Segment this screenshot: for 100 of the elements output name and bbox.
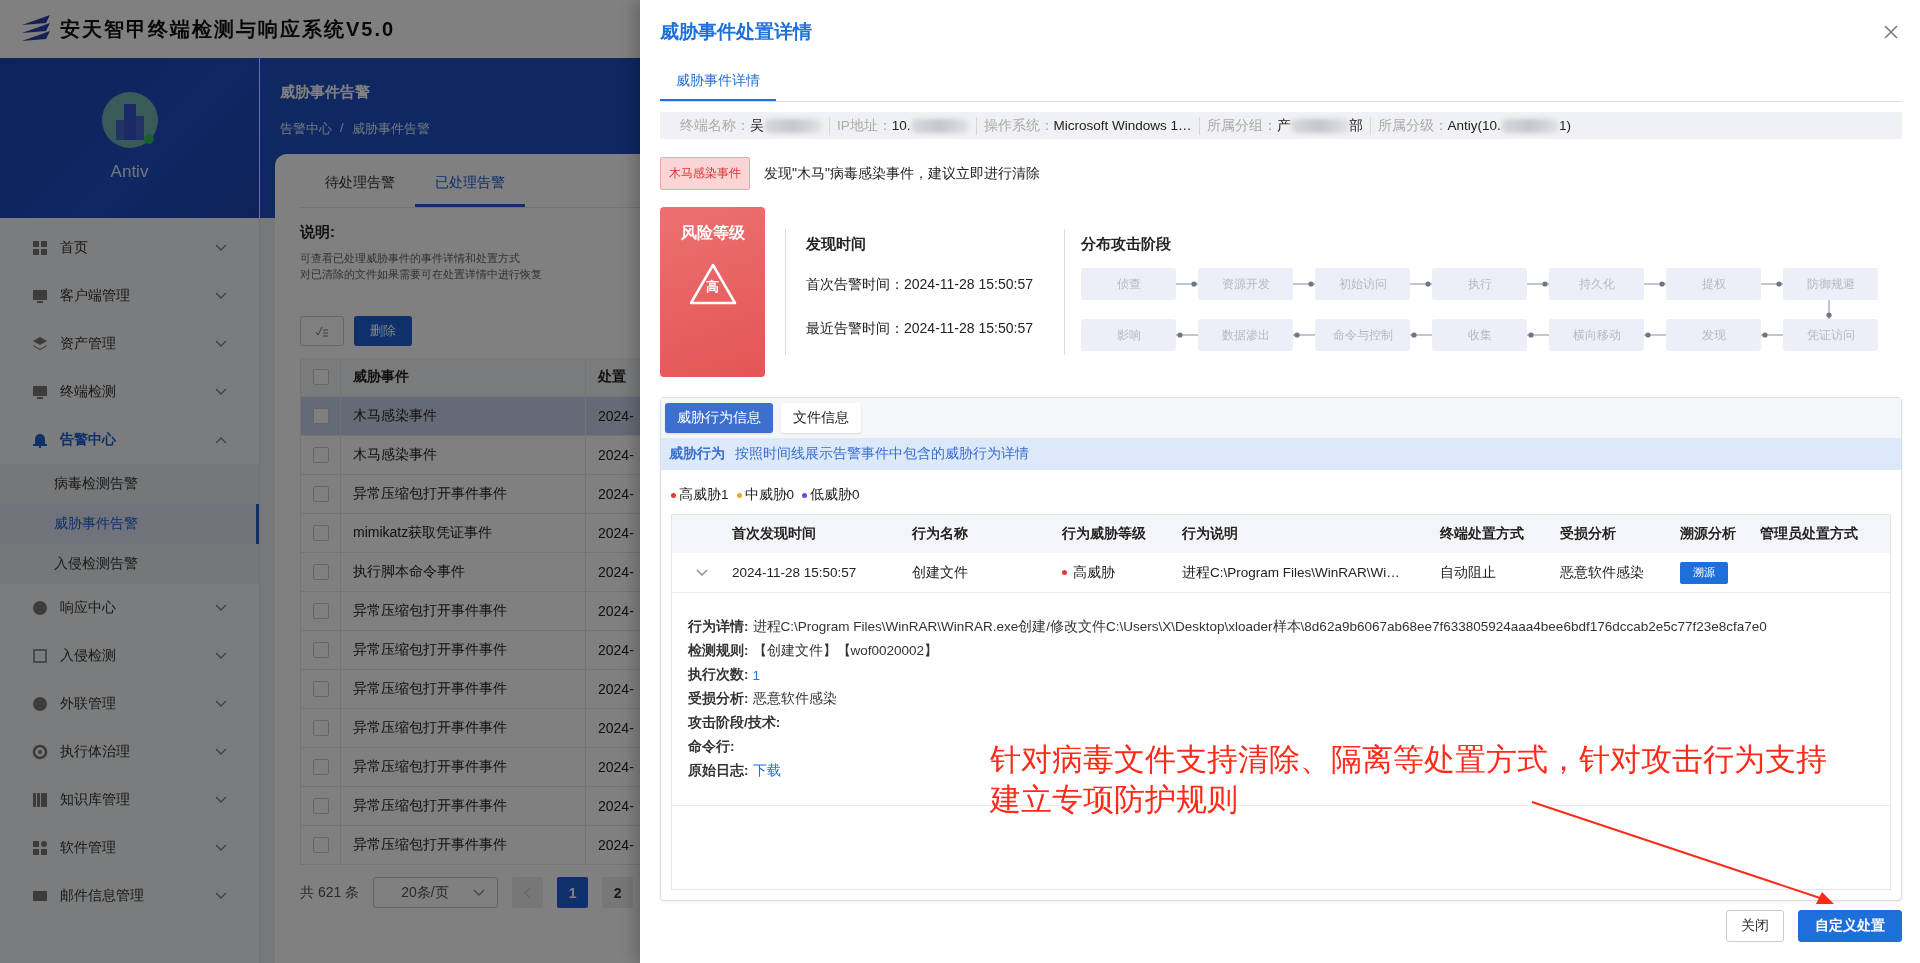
info-value: 吴 xyxy=(750,116,764,135)
trace-button[interactable]: 溯源 xyxy=(1680,561,1728,584)
connector-line xyxy=(1527,331,1549,339)
table-cell: 异常压缩包打开事件事件 xyxy=(341,475,586,513)
checkbox[interactable] xyxy=(312,720,329,736)
detail-label: 命令行: xyxy=(688,738,735,756)
submenu-item[interactable]: 威胁事件告警 xyxy=(0,504,259,544)
checkbox[interactable] xyxy=(312,564,329,580)
tab[interactable]: 已处理告警 xyxy=(415,164,525,207)
batch-button[interactable] xyxy=(300,316,344,346)
detail-label: 行为详情: xyxy=(688,618,749,636)
table-row[interactable]: 执行脚本命令事件 2024- xyxy=(300,553,640,592)
connector-line xyxy=(1527,280,1549,288)
detail-value: 恶意软件感染 xyxy=(752,690,837,708)
delete-button[interactable]: 删除 xyxy=(354,316,412,346)
menu-item[interactable]: 响应中心 xyxy=(0,584,259,632)
chevron-down-icon xyxy=(215,748,227,756)
connector-line xyxy=(1761,331,1783,339)
checkbox[interactable] xyxy=(312,642,329,658)
app-title: 安天智甲终端检测与响应系统V5.0 xyxy=(60,16,396,42)
table-row[interactable]: 异常压缩包打开事件事件 2024- xyxy=(300,631,640,670)
checklist-icon xyxy=(315,325,329,337)
table-row[interactable]: 异常压缩包打开事件事件 2024- xyxy=(300,592,640,631)
table-cell-text: 2024- xyxy=(597,602,634,621)
table-row[interactable]: 木马感染事件 2024- xyxy=(300,436,640,475)
table-row[interactable]: 异常压缩包打开事件事件 2024- xyxy=(300,826,640,865)
table-cell: 异常压缩包打开事件事件 xyxy=(341,826,586,864)
chevron-down-icon xyxy=(215,244,227,252)
table-row[interactable]: 异常压缩包打开事件事件 2024- xyxy=(300,787,640,826)
monitor-icon xyxy=(32,384,48,400)
table-row[interactable]: 异常压缩包打开事件事件 2024- xyxy=(300,475,640,514)
tab[interactable]: 文件信息 xyxy=(781,403,861,433)
menu-item[interactable]: 软件管理 xyxy=(0,824,259,872)
checkbox[interactable] xyxy=(312,408,329,424)
column-header: 终端处置方式 xyxy=(1440,525,1525,543)
first-alert-time: 首次告警时间：2024-11-28 15:50:57 xyxy=(806,276,1034,294)
breadcrumb-item[interactable]: 告警中心 xyxy=(280,120,332,138)
checkbox[interactable] xyxy=(312,759,329,775)
table-row[interactable]: 异常压缩包打开事件事件 2024- xyxy=(300,670,640,709)
close-icon xyxy=(1884,25,1898,39)
table-row[interactable]: 木马感染事件 2024- xyxy=(300,397,640,436)
target-icon xyxy=(32,744,48,760)
menu-item[interactable]: 告警中心 xyxy=(0,416,259,464)
checkbox[interactable] xyxy=(312,798,329,814)
menu-item[interactable]: 知识库管理 xyxy=(0,776,259,824)
tab[interactable]: 威胁行为信息 xyxy=(665,403,773,433)
info-value: 部 xyxy=(1348,116,1363,135)
checkbox[interactable] xyxy=(312,525,329,541)
annotation-text: 针对病毒文件支持清除、隔离等处置方式，针对攻击行为支持建立专项防护规则 xyxy=(990,741,1828,819)
page-button[interactable]: 1 xyxy=(557,877,589,908)
tab[interactable]: 待处理告警 xyxy=(305,164,415,207)
connector-line xyxy=(1761,280,1783,288)
detail-value: 1 xyxy=(752,667,760,683)
page-size-select[interactable]: 20条/页 xyxy=(373,877,499,908)
checkbox[interactable] xyxy=(312,447,329,463)
info-value: Microsoft Windows 1… xyxy=(1053,118,1192,133)
table-cell-text: 2024- xyxy=(597,407,634,426)
breadcrumb-item[interactable]: 威胁事件告警 xyxy=(351,120,430,138)
checkbox[interactable] xyxy=(312,369,329,385)
chevron-down-icon xyxy=(215,652,227,660)
menu-item[interactable]: 邮件信息管理 xyxy=(0,872,259,920)
section-title: 分布攻击阶段 xyxy=(1081,235,1172,254)
total-count: 共 621 条 xyxy=(300,883,360,902)
menu-item[interactable]: 外联管理 xyxy=(0,680,259,728)
menu-item[interactable]: 首页 xyxy=(0,224,259,272)
table-cell-text: 2024- xyxy=(597,524,634,543)
checkbox[interactable] xyxy=(312,603,329,619)
table-cell: 木马感染事件 xyxy=(341,436,586,474)
table-cell: 异常压缩包打开事件事件 xyxy=(341,787,586,825)
menu-item[interactable]: 执行体治理 xyxy=(0,728,259,776)
table-cell-text: 2024- xyxy=(597,719,634,738)
checkbox[interactable] xyxy=(312,681,329,697)
menu-item[interactable]: 客户端管理 xyxy=(0,272,259,320)
chevron-down-icon xyxy=(215,340,227,348)
detail-value: 进程C:\Program Files\WinRAR\WinRAR.exe创建/修改文件C:\Users\X\Desktop\xloader样本\8d62a9b6067ab68ee7f633805924aaa4bee6bdf176dccab2e5c77f23e8cfa7e0 xyxy=(752,618,1767,636)
close-button[interactable]: 关闭 xyxy=(1726,910,1784,942)
download-link[interactable]: 下载 xyxy=(752,762,781,780)
risk-title: 风险等级 xyxy=(680,223,745,243)
level-count: 高威胁1 xyxy=(679,486,729,504)
table-row[interactable]: 异常压缩包打开事件事件 2024- xyxy=(300,709,640,748)
prev-page-button[interactable] xyxy=(512,877,544,908)
menu-item[interactable]: 资产管理 xyxy=(0,320,259,368)
table-cell-text: 进程C:\Program Files\WinRAR\Wi… xyxy=(1182,563,1401,582)
page-button[interactable]: 2 xyxy=(602,877,634,908)
table-cell-text: 创建文件 xyxy=(912,563,969,582)
table-row[interactable]: mimikatz获取凭证事件 2024- xyxy=(300,514,640,553)
submenu-item[interactable]: 病毒检测告警 xyxy=(0,464,259,504)
checkbox[interactable] xyxy=(312,837,329,853)
column-header: 溯源分析 xyxy=(1680,525,1737,543)
chevron-down-icon xyxy=(215,844,227,852)
table-row[interactable]: 异常压缩包打开事件事件 2024- xyxy=(300,748,640,787)
submenu-item[interactable]: 入侵检测告警 xyxy=(0,544,259,584)
menu-item[interactable]: 终端检测 xyxy=(0,368,259,416)
tab[interactable]: 威胁事件详情 xyxy=(660,64,776,101)
info-label: IP地址： xyxy=(837,116,892,135)
checkbox[interactable] xyxy=(312,486,329,502)
menu-item[interactable]: 入侵检测 xyxy=(0,632,259,680)
custom-action-button[interactable]: 自定义处置 xyxy=(1798,910,1902,942)
monitor-icon xyxy=(32,288,48,304)
table-cell: 异常压缩包打开事件事件 xyxy=(341,748,586,786)
